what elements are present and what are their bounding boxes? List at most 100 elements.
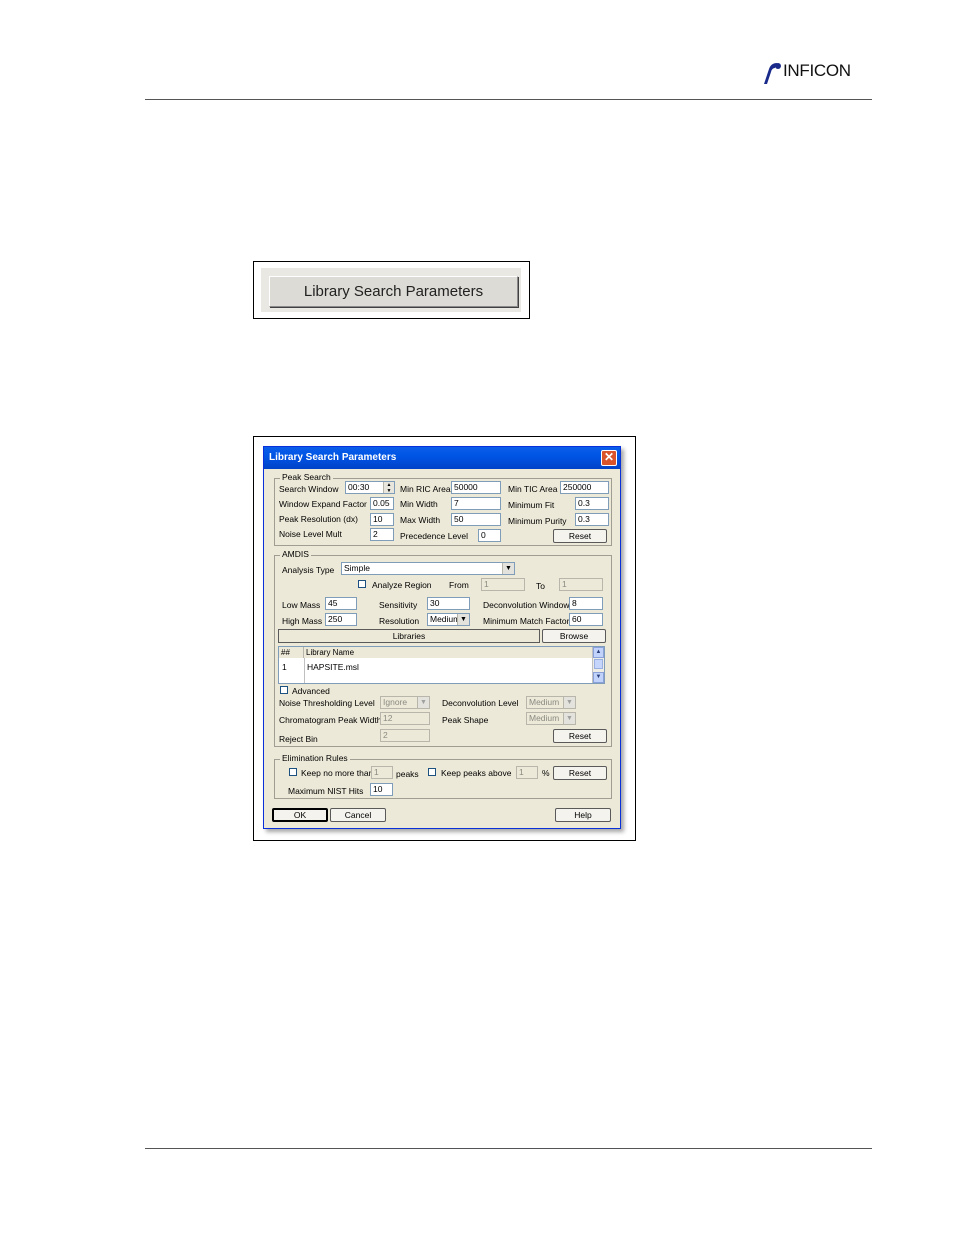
deconv-window-input[interactable]: 8: [569, 597, 603, 610]
min-width-label: Min Width: [400, 499, 438, 509]
elimination-reset-button[interactable]: Reset: [553, 766, 607, 780]
low-mass-input[interactable]: 45: [325, 597, 357, 610]
amdis-label: AMDIS: [280, 549, 311, 559]
from-label: From: [449, 580, 469, 590]
column-divider: [304, 658, 305, 683]
library-search-parameters-button[interactable]: Library Search Parameters: [269, 276, 518, 307]
deconv-level-label: Deconvolution Level: [442, 698, 519, 708]
chevron-down-icon: ▼: [417, 697, 429, 708]
percent-label: %: [542, 768, 550, 778]
noise-level-label: Noise Level Mult: [279, 529, 342, 539]
scroll-up-icon[interactable]: ▲: [593, 647, 604, 658]
column-header-number[interactable]: ##: [279, 647, 304, 658]
max-width-label: Max Width: [400, 515, 441, 525]
advanced-label: Advanced: [292, 686, 330, 696]
min-match-input[interactable]: 60: [569, 613, 603, 626]
elimination-rules-label: Elimination Rules: [280, 753, 350, 763]
spin-arrows-icon[interactable]: ▲ ▼: [383, 482, 394, 493]
analysis-type-value: Simple: [344, 563, 370, 573]
brand-name: INFICON: [783, 61, 851, 80]
deconv-level-select[interactable]: Medium ▼: [526, 696, 576, 709]
dialog-title: Library Search Parameters: [269, 452, 397, 463]
min-width-input[interactable]: 7: [451, 497, 501, 510]
scroll-down-icon[interactable]: ▼: [593, 672, 604, 683]
min-fit-input[interactable]: 0.3: [575, 497, 609, 510]
high-mass-input[interactable]: 250: [325, 613, 357, 626]
window-expand-label: Window Expand Factor: [279, 499, 367, 509]
precedence-label: Precedence Level: [400, 531, 469, 541]
chevron-down-icon: ▼: [502, 563, 514, 574]
reject-bin-label: Reject Bin: [279, 734, 318, 744]
to-label: To: [536, 581, 545, 591]
high-mass-label: High Mass: [282, 616, 323, 626]
min-tic-input[interactable]: 250000: [560, 481, 609, 494]
keep-no-more-checkbox[interactable]: [289, 768, 297, 776]
search-window-value: 00:30: [348, 482, 370, 492]
reject-bin-input[interactable]: 2: [380, 729, 430, 742]
peak-resolution-input[interactable]: 10: [370, 513, 394, 526]
header-rule: [145, 99, 872, 100]
search-window-input[interactable]: 00:30 ▲ ▼: [345, 481, 395, 494]
column-header-library-name[interactable]: Library Name: [304, 647, 593, 658]
help-button[interactable]: Help: [555, 808, 611, 822]
amdis-reset-button[interactable]: Reset: [553, 729, 607, 743]
min-fit-label: Minimum Fit: [508, 500, 555, 510]
peak-search-reset-button[interactable]: Reset: [553, 529, 607, 543]
ok-button[interactable]: OK: [272, 808, 328, 822]
to-input[interactable]: 1: [559, 578, 603, 591]
low-mass-label: Low Mass: [282, 600, 321, 610]
table-row-number[interactable]: 1: [282, 662, 287, 672]
title-bar[interactable]: Library Search Parameters ✕: [264, 447, 620, 469]
keep-above-label: Keep peaks above: [441, 768, 512, 778]
sensitivity-input[interactable]: 30: [427, 597, 470, 610]
keep-above-checkbox[interactable]: [428, 768, 436, 776]
table-row-library-name[interactable]: HAPSITE.msl: [307, 662, 359, 672]
window-expand-input[interactable]: 0.05: [370, 497, 394, 510]
noise-level-input[interactable]: 2: [370, 528, 394, 541]
max-nist-label: Maximum NIST Hits: [288, 786, 364, 796]
search-window-label: Search Window: [279, 484, 339, 494]
resolution-value: Medium: [430, 614, 461, 624]
max-width-input[interactable]: 50: [451, 513, 501, 526]
advanced-checkbox[interactable]: [280, 686, 288, 694]
min-purity-input[interactable]: 0.3: [575, 513, 609, 526]
peak-resolution-label: Peak Resolution (dx): [279, 514, 358, 524]
min-purity-label: Minimum Purity: [508, 516, 567, 526]
resolution-label: Resolution: [379, 616, 420, 626]
deconv-level-value: Medium: [529, 697, 560, 707]
from-input[interactable]: 1: [481, 578, 525, 591]
figure-button-screenshot: Library Search Parameters: [253, 261, 530, 319]
peak-shape-label: Peak Shape: [442, 715, 489, 725]
peak-shape-select[interactable]: Medium ▼: [526, 712, 576, 725]
inficon-logo: INFICON: [760, 58, 875, 86]
browse-button[interactable]: Browse: [542, 629, 606, 643]
analysis-type-label: Analysis Type: [282, 565, 335, 575]
min-ric-label: Min RIC Area: [400, 484, 451, 494]
keep-above-input[interactable]: 1: [516, 766, 538, 779]
analyze-region-checkbox[interactable]: [358, 580, 366, 588]
scroll-thumb[interactable]: [594, 659, 603, 669]
deconv-window-label: Deconvolution Window: [483, 600, 570, 610]
max-nist-input[interactable]: 10: [370, 783, 393, 796]
chevron-down-icon: ▼: [457, 614, 469, 625]
min-match-label: Minimum Match Factor: [483, 616, 570, 626]
close-button[interactable]: ✕: [601, 450, 617, 466]
noise-thresh-select[interactable]: Ignore ▼: [380, 696, 430, 709]
chevron-down-icon: ▼: [563, 713, 575, 724]
chrom-peak-width-input[interactable]: 12: [380, 712, 430, 725]
libraries-header: Libraries: [278, 629, 540, 643]
libraries-table: ## Library Name 1 HAPSITE.msl ▲ ▼: [278, 646, 605, 684]
precedence-input[interactable]: 0: [478, 529, 501, 542]
close-icon: ✕: [603, 450, 615, 464]
resolution-select[interactable]: Medium ▼: [427, 613, 470, 626]
inficon-logo-icon: [764, 63, 781, 84]
table-scrollbar[interactable]: ▲ ▼: [592, 647, 604, 683]
keep-no-more-label: Keep no more than: [301, 768, 374, 778]
footer-rule: [145, 1148, 872, 1149]
chevron-down-icon: ▼: [563, 697, 575, 708]
analysis-type-select[interactable]: Simple ▼: [341, 562, 515, 575]
cancel-button[interactable]: Cancel: [330, 808, 386, 822]
min-ric-input[interactable]: 50000: [451, 481, 501, 494]
noise-thresh-label: Noise Thresholding Level: [279, 698, 375, 708]
keep-no-more-input[interactable]: 1: [371, 766, 393, 779]
